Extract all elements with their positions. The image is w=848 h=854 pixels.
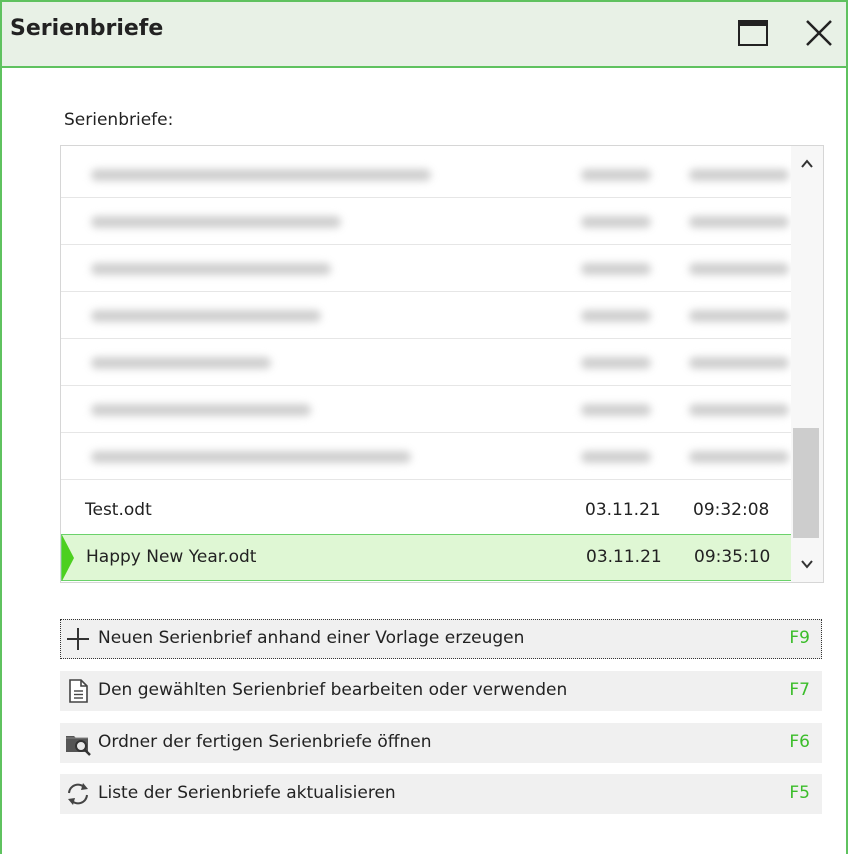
list-item-blurred[interactable]	[61, 151, 797, 198]
maximize-button[interactable]	[736, 16, 770, 50]
list-item-blurred[interactable]	[61, 386, 797, 433]
close-button[interactable]	[802, 16, 836, 50]
shortcut-key: F6	[789, 732, 810, 752]
list-scrollbar[interactable]	[791, 146, 823, 582]
file-date: 03.11.21	[585, 500, 661, 520]
new-serienbrief-button[interactable]: Neuen Serienbrief anhand einer Vorlage e…	[60, 619, 822, 659]
maximize-icon	[738, 20, 768, 46]
chevron-down-icon	[801, 560, 813, 569]
list-item-blurred[interactable]	[61, 198, 797, 245]
list-label: Serienbriefe:	[64, 110, 174, 130]
list-item-blurred[interactable]	[61, 339, 797, 386]
file-time: 09:32:08	[693, 500, 770, 520]
plus-icon	[67, 628, 89, 650]
list-item-blurred[interactable]	[61, 433, 797, 480]
serienbriefe-list[interactable]: Test.odt 03.11.21 09:32:08 Happy New Yea…	[60, 145, 824, 583]
list-item-blurred[interactable]	[61, 292, 797, 339]
title-bar: Serienbriefe	[2, 2, 846, 68]
action-label: Liste der Serienbriefe aktualisieren	[98, 783, 396, 803]
document-icon	[69, 679, 88, 703]
scroll-down-button[interactable]	[793, 550, 821, 578]
shortcut-key: F7	[789, 680, 810, 700]
list-item-selected[interactable]: Happy New Year.odt 03.11.21 09:35:10	[61, 534, 797, 581]
file-time: 09:35:10	[694, 547, 771, 567]
refresh-list-button[interactable]: Liste der Serienbriefe aktualisieren F5	[60, 774, 822, 814]
folder-search-icon	[66, 736, 91, 756]
list-item[interactable]: Test.odt 03.11.21 09:32:08	[61, 487, 797, 534]
file-date: 03.11.21	[586, 547, 662, 567]
file-name: Happy New Year.odt	[86, 547, 257, 567]
open-folder-button[interactable]: Ordner der fertigen Serienbriefe öffnen …	[60, 723, 822, 763]
shortcut-key: F5	[789, 783, 810, 803]
action-label: Neuen Serienbrief anhand einer Vorlage e…	[98, 628, 525, 648]
shortcut-key: F9	[789, 628, 810, 648]
close-icon	[806, 20, 832, 46]
file-name: Test.odt	[85, 500, 152, 520]
scroll-thumb[interactable]	[793, 428, 819, 538]
selection-marker	[62, 535, 74, 581]
action-label: Ordner der fertigen Serienbriefe öffnen	[98, 732, 432, 752]
chevron-up-icon	[801, 159, 813, 168]
window-title: Serienbriefe	[10, 16, 164, 41]
refresh-icon	[68, 783, 88, 805]
action-label: Den gewählten Serienbrief bearbeiten ode…	[98, 680, 568, 700]
scroll-up-button[interactable]	[793, 150, 821, 178]
serienbriefe-window: Serienbriefe Serienbriefe: Test.odt 03.1…	[0, 0, 848, 854]
edit-serienbrief-button[interactable]: Den gewählten Serienbrief bearbeiten ode…	[60, 671, 822, 711]
list-item-blurred[interactable]	[61, 245, 797, 292]
